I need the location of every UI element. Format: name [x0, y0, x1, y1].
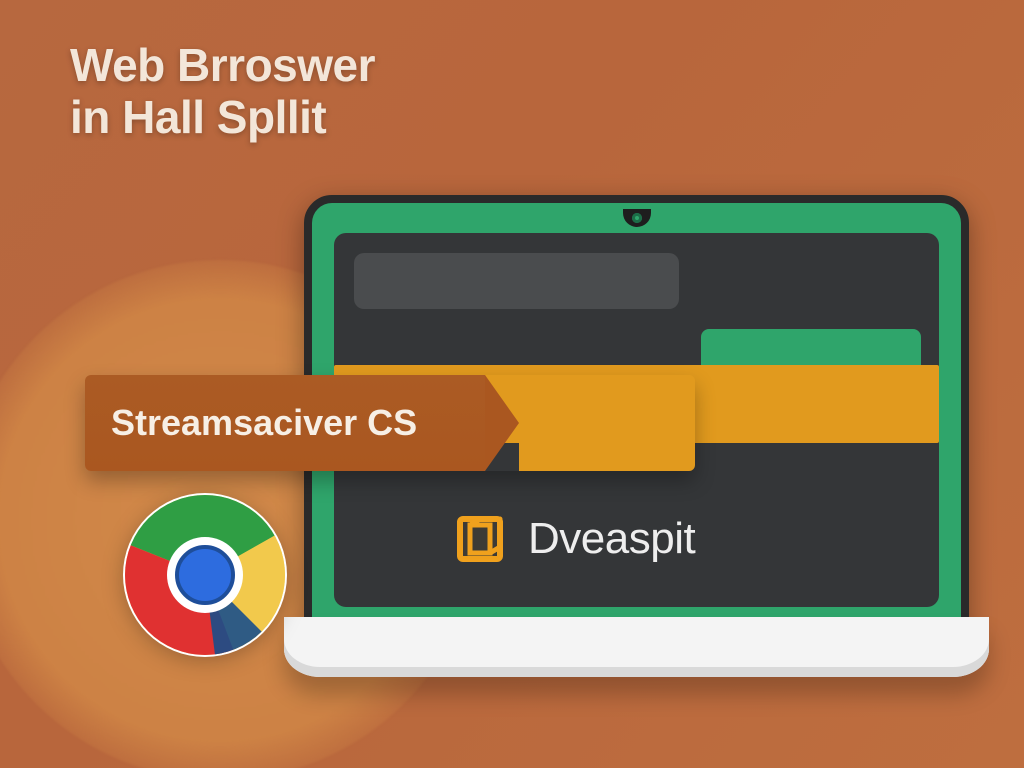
poster-canvas: Web Brroswer in Hall Spllit Dve [0, 0, 1024, 768]
product-label: Dveaspit [528, 514, 695, 564]
ribbon-label: Streamsaciver CS [111, 402, 417, 444]
headline-line1: Web Brroswer [70, 39, 375, 91]
headline: Web Brroswer in Hall Spllit [70, 40, 375, 143]
camera-icon [632, 213, 642, 223]
product-row: Dveaspit [454, 513, 695, 565]
laptop-base [284, 617, 989, 677]
headline-line2: in Hall Spllit [70, 91, 326, 143]
office-cube-icon [454, 513, 506, 565]
ribbon-banner: Streamsaciver CS [85, 375, 695, 471]
ribbon-label-container: Streamsaciver CS [85, 375, 485, 471]
chrome-logo-icon [120, 490, 290, 660]
ribbon-right [519, 375, 695, 471]
address-bar [354, 253, 679, 309]
